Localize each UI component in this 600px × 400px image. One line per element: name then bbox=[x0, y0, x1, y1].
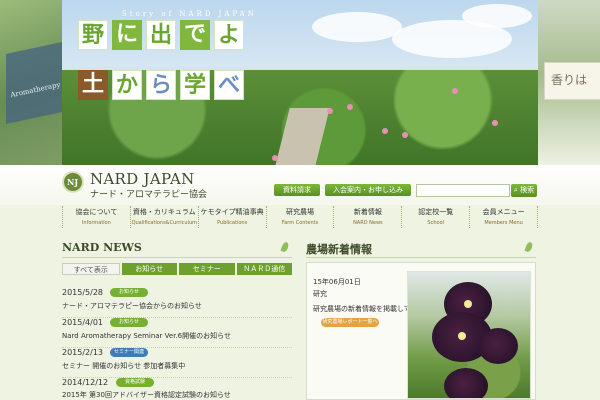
news-category-badge: お知らせ bbox=[110, 288, 148, 297]
nav-item-sublabel: Publications bbox=[217, 220, 248, 226]
nav-item-sublabel: Farm Contents bbox=[281, 220, 319, 226]
news-link[interactable]: セミナー 開催のお知らせ 参加者募集中 bbox=[62, 361, 185, 371]
site-header: NJ NARD JAPAN ナード・アロマテラピー協会 資料請求 入会案内・お申… bbox=[0, 165, 600, 205]
cloud bbox=[312, 12, 402, 42]
search-icon: ⌕ bbox=[513, 186, 518, 194]
nav-item-news[interactable]: 新着情報 NARD News bbox=[334, 206, 403, 228]
news-category-badge: お知らせ bbox=[110, 318, 148, 327]
leaf-icon bbox=[524, 242, 534, 254]
title-tile: ら bbox=[146, 70, 176, 100]
tab-nard-bulletin[interactable]: ＮＡＲＤ通信 bbox=[236, 263, 292, 275]
news-link[interactable]: ナード・アロマテラピー協会からのお知らせ bbox=[62, 301, 202, 311]
news-date: 2015/2/13 bbox=[62, 348, 104, 357]
news-item[interactable]: 2015/4/01 お知らせ Nard Aromatherapy Seminar… bbox=[62, 318, 292, 348]
search-input[interactable] bbox=[416, 184, 510, 197]
nav-item-label: 協会について bbox=[75, 208, 118, 216]
cloud bbox=[462, 4, 532, 28]
nav-item-members[interactable]: 会員メニュー Members Menu bbox=[470, 206, 539, 228]
title-tile: 学 bbox=[180, 70, 210, 100]
leaf-icon bbox=[280, 242, 290, 254]
hero-slide-prev[interactable]: Aromatherapy bbox=[0, 0, 62, 165]
nav-item-school[interactable]: 認定校一覧 School bbox=[402, 206, 471, 228]
flower-pistil bbox=[464, 300, 472, 308]
nav-item-label: ケモタイプ精油事典 bbox=[200, 208, 264, 216]
tab-seminars[interactable]: セミナー bbox=[179, 263, 235, 275]
hero-tagline: Story of NARD JAPAN bbox=[122, 10, 257, 18]
nav-item-sublabel: NARD News bbox=[353, 220, 383, 226]
news-item[interactable]: 2015/5/28 お知らせ ナード・アロマテラピー協会からのお知らせ bbox=[62, 288, 292, 318]
nav-item-label: 資格・カリキュラム bbox=[132, 208, 196, 216]
search-button[interactable]: ⌕ 検索 bbox=[511, 184, 537, 197]
nav-item-publications[interactable]: ケモタイプ精油事典 Publications bbox=[199, 206, 267, 228]
news-header: NARD NEWS bbox=[62, 240, 292, 258]
hero-banner: Aromatherapy Story of NARD JAPAN 野 に 出 で… bbox=[0, 0, 600, 170]
farm-date: 15年06月01日 bbox=[313, 278, 361, 286]
news-category-badge: セミナー関連 bbox=[110, 348, 148, 357]
tab-notices[interactable]: お知らせ bbox=[121, 263, 177, 275]
hero-next-board: 香りは bbox=[544, 62, 600, 100]
title-tile: 土 bbox=[78, 70, 108, 100]
request-materials-button[interactable]: 資料請求 bbox=[274, 184, 320, 196]
rose-flower bbox=[492, 120, 498, 126]
hollyhock-flower bbox=[478, 328, 518, 364]
hero-slide-next[interactable]: 香りは bbox=[538, 0, 600, 165]
title-tile: 出 bbox=[146, 20, 176, 50]
hero-next-board-text: 香りは bbox=[551, 73, 588, 87]
rose-flower bbox=[452, 88, 458, 94]
title-tile: に bbox=[112, 20, 142, 50]
logo-mark: NJ bbox=[67, 177, 79, 187]
news-category-badge: 資格試験 bbox=[116, 378, 154, 387]
title-tile: か bbox=[112, 70, 142, 100]
rose-flower bbox=[327, 108, 333, 114]
global-nav: 協会について Information 資格・カリキュラム Qualificati… bbox=[62, 206, 539, 228]
news-title: NARD NEWS bbox=[62, 241, 142, 254]
rose-flower bbox=[272, 155, 278, 161]
nav-item-qualifications[interactable]: 資格・カリキュラム Qualifications&Curriculum bbox=[131, 206, 199, 228]
nav-item-sublabel: School bbox=[427, 220, 445, 226]
farm-news-card: 15年06月01日 研究 研究農場の新着情報を掲載しています 研究農場レポート一… bbox=[306, 262, 536, 400]
news-date: 2015/5/28 bbox=[62, 288, 104, 297]
flower-pistil bbox=[458, 332, 466, 340]
logo-icon[interactable]: NJ bbox=[62, 171, 84, 193]
farm-header: 農場新着情報 bbox=[306, 240, 536, 258]
nav-item-label: 研究農場 bbox=[286, 208, 314, 216]
brand-subtitle: ナード・アロマテラピー協会 bbox=[90, 190, 208, 200]
nav-item-information[interactable]: 協会について Information bbox=[62, 206, 131, 228]
news-date: 2015/4/01 bbox=[62, 318, 104, 327]
news-item[interactable]: 2015/2/13 セミナー関連 セミナー 開催のお知らせ 参加者募集中 bbox=[62, 348, 292, 378]
nav-item-farm[interactable]: 研究農場 Farm Contents bbox=[267, 206, 335, 228]
farm-title: 農場新着情報 bbox=[306, 243, 372, 256]
news-date: 2014/12/12 bbox=[62, 378, 109, 387]
title-tile: 野 bbox=[78, 20, 108, 50]
title-tile: よ bbox=[214, 20, 244, 50]
farm-reports-button[interactable]: 研究農場レポート一覧へ bbox=[321, 318, 379, 327]
nav-item-sublabel: Qualifications&Curriculum bbox=[131, 220, 197, 226]
news-item[interactable]: 2014/12/12 資格試験 2015年 第30回アドバイザー資格認定試験のお… bbox=[62, 378, 292, 400]
news-link[interactable]: 2015年 第30回アドバイザー資格認定試験のお知らせ bbox=[62, 390, 231, 400]
nav-item-label: 会員メニュー bbox=[482, 208, 525, 216]
search-button-label: 検索 bbox=[520, 186, 535, 194]
nav-item-sublabel: Information bbox=[81, 220, 111, 226]
nav-item-label: 認定校一覧 bbox=[418, 208, 454, 216]
rose-flower bbox=[347, 104, 353, 110]
brand-name[interactable]: NARD JAPAN bbox=[90, 170, 195, 188]
tab-all[interactable]: すべて表示 bbox=[62, 263, 120, 275]
rose-flower bbox=[382, 128, 388, 134]
news-tabs: すべて表示 お知らせ セミナー ＮＡＲＤ通信 bbox=[62, 263, 292, 275]
membership-apply-button[interactable]: 入会案内・お申し込み bbox=[325, 184, 411, 196]
title-tile: で bbox=[180, 20, 210, 50]
title-tile: べ bbox=[214, 70, 244, 100]
farm-category: 研究 bbox=[313, 290, 327, 298]
nav-item-label: 新着情報 bbox=[353, 208, 382, 216]
nav-item-sublabel: Members Menu bbox=[484, 220, 523, 226]
hollyhock-flower bbox=[444, 368, 488, 398]
news-link[interactable]: Nard Aromatherapy Seminar Ver.6開催のお知らせ bbox=[62, 331, 231, 341]
hero-slide-current[interactable]: Story of NARD JAPAN 野 に 出 で よ 土 か ら 学 べ bbox=[62, 0, 538, 165]
farm-photo[interactable] bbox=[407, 271, 531, 399]
rose-flower bbox=[402, 132, 408, 138]
